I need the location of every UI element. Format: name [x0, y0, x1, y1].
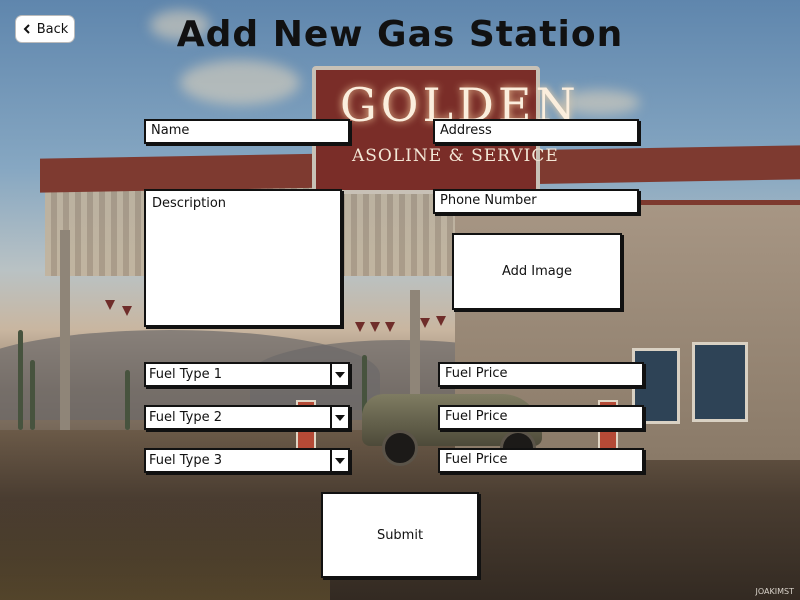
name-input[interactable] — [151, 123, 343, 138]
fuel-type-select-1[interactable]: Fuel Type 1 — [144, 362, 350, 387]
fuel-type-select-3[interactable]: Fuel Type 3 — [144, 448, 350, 473]
cactus — [18, 330, 23, 430]
sign-sub-text: ASOLINE & SERVICE — [352, 146, 559, 166]
page-title: Add New Gas Station — [176, 14, 624, 55]
name-field[interactable] — [144, 119, 350, 144]
bunting-flag — [105, 300, 115, 310]
bunting-flag — [122, 306, 132, 316]
car-wheel — [382, 430, 418, 466]
add-image-label: Add Image — [501, 264, 572, 279]
bunting-flag — [355, 322, 365, 332]
fuel-type-label: Fuel Type 3 — [149, 453, 223, 468]
description-textarea[interactable] — [152, 196, 334, 320]
caret-down-icon[interactable] — [330, 450, 348, 471]
pillar — [60, 230, 70, 430]
bunting-flag — [370, 322, 380, 332]
cactus — [30, 360, 35, 430]
grass — [0, 500, 330, 600]
fuel-price-field-1[interactable] — [438, 362, 644, 387]
add-image-button[interactable]: Add Image — [452, 233, 622, 310]
address-input[interactable] — [440, 123, 632, 138]
fuel-type-label: Fuel Type 1 — [149, 367, 223, 382]
watermark: JOAKIMST — [755, 587, 794, 596]
fuel-price-field-3[interactable] — [438, 448, 644, 473]
phone-input[interactable] — [440, 193, 632, 208]
fuel-type-select-2[interactable]: Fuel Type 2 — [144, 405, 350, 430]
fuel-price-input[interactable] — [445, 409, 637, 424]
fuel-price-input[interactable] — [445, 452, 637, 467]
caret-down-icon[interactable] — [330, 407, 348, 428]
address-field[interactable] — [433, 119, 639, 144]
building-window — [692, 342, 748, 422]
description-field[interactable] — [144, 189, 342, 327]
submit-button[interactable]: Submit — [321, 492, 479, 578]
bunting-flag — [436, 316, 446, 326]
fuel-price-field-2[interactable] — [438, 405, 644, 430]
phone-field[interactable] — [433, 189, 639, 214]
fuel-price-input[interactable] — [445, 366, 637, 381]
fuel-type-label: Fuel Type 2 — [149, 410, 223, 425]
cactus — [125, 370, 130, 430]
bunting-flag — [385, 322, 395, 332]
bunting-flag — [420, 318, 430, 328]
cloud — [180, 60, 300, 105]
caret-down-icon[interactable] — [330, 364, 348, 385]
submit-label: Submit — [376, 527, 424, 543]
